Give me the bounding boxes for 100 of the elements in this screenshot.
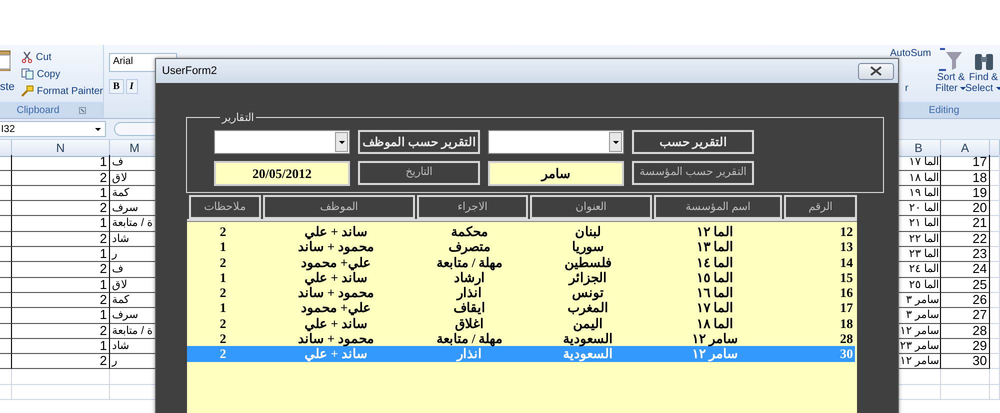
list-cell-text: محكمة <box>450 224 489 240</box>
table-cell: 21 <box>941 216 990 232</box>
column-header: الموظف <box>263 195 415 219</box>
list-cell-text: الما ١٦ <box>695 285 735 302</box>
table-cell: 1 <box>12 186 110 202</box>
table-cell: 1 <box>12 155 110 171</box>
list-cell-text: 18 <box>839 316 854 332</box>
table-cell: 2 <box>12 262 110 278</box>
list-cell-text: 2 <box>218 285 228 302</box>
list-cell-text: محمود + ساند <box>297 331 375 348</box>
report-label: التاريخ <box>358 161 480 185</box>
list-cell-text: الما ١٣ <box>695 239 735 256</box>
table-cell: 2 <box>12 354 110 370</box>
input-field[interactable]: 20/05/2012 <box>214 161 350 186</box>
list-cell-text: المغرب <box>566 300 610 316</box>
table-cell: 2 <box>12 201 110 216</box>
list-cell-text: مهلة / متابعة <box>435 331 504 348</box>
list-cell-text: 15 <box>839 270 854 286</box>
column-header[interactable]: A <box>941 140 990 157</box>
column-header: العنوان <box>530 195 652 219</box>
table-cell: 2 <box>12 292 110 308</box>
table-cell: 1 <box>12 338 110 354</box>
table-cell: 29 <box>941 338 990 354</box>
table-cell: 27 <box>941 308 990 324</box>
list-cell-text: السعودية <box>562 331 614 348</box>
list-cell-text: محمود + ساند <box>297 239 375 256</box>
list-cell-text: الما ١٢ <box>695 224 735 240</box>
list-cell-text: 2 <box>218 316 228 332</box>
list-cell-text: 2 <box>218 224 228 240</box>
list-cell-text: لبنان <box>574 224 602 240</box>
column-header: الرقم <box>784 195 857 219</box>
report-label: التقرير حسب <box>632 130 754 154</box>
list-cell-text: علي+ محمود <box>300 254 372 271</box>
list-cell-text: سامر ١٢ <box>690 331 740 348</box>
group-label: Editing <box>928 104 960 116</box>
list-cell-text: الما ١٧ <box>695 300 735 316</box>
list-cell-text: اغلاق <box>454 316 485 332</box>
list-cell-text: متصرف <box>448 239 492 256</box>
list-cell-text: سوريا <box>571 239 605 256</box>
ribbon-button[interactable]: Format Painter <box>36 86 103 96</box>
list-cell-text: ساند + علي <box>304 270 368 286</box>
italic-button[interactable]: I <box>126 79 138 94</box>
list-cell-text: مهلة / متابعة <box>435 254 504 271</box>
report-label: التقرير حسب الموظف <box>358 130 480 154</box>
ribbon-button[interactable]: r <box>905 83 908 94</box>
table-cell: 1 <box>12 278 110 293</box>
column-header[interactable]: B <box>897 140 941 157</box>
list-cell-text: 30 <box>839 346 854 362</box>
list-cell-text: انذار <box>456 285 482 302</box>
list-cell-text: ارشاد <box>453 270 485 286</box>
name-box[interactable]: I32 <box>0 121 106 137</box>
column-header[interactable]: N <box>12 140 110 157</box>
report-label: التقرير حسب المؤسسة <box>632 161 754 185</box>
input-field[interactable]: سامر <box>488 161 624 186</box>
table-cell: 2 <box>12 232 110 248</box>
table-cell: 28 <box>941 324 990 339</box>
list-cell-text: ايقاف <box>452 300 486 316</box>
table-cell: 26 <box>941 292 990 308</box>
list-cell-text: 1 <box>218 239 228 256</box>
list-cell-text: ساند + علي <box>304 316 368 332</box>
list-cell-text: الما ١٤ <box>695 254 735 271</box>
table-cell: 23 <box>941 247 990 262</box>
list-cell-text: 16 <box>839 285 854 302</box>
list-cell-text: الجزائر <box>568 270 607 286</box>
group-label: Clipboard <box>16 104 60 116</box>
autosum-button[interactable]: AutoSum <box>888 48 932 59</box>
list-cell-text: انذار <box>455 346 482 362</box>
list-cell-text: 2 <box>218 254 228 271</box>
table-cell: 19 <box>941 186 990 202</box>
table-cell: 17 <box>941 155 990 171</box>
list-cell-text: 14 <box>839 254 854 271</box>
list-cell-text: علي+ محمود <box>300 300 371 316</box>
find-select-button[interactable]: Find & Select <box>967 45 1000 102</box>
list-cell-text: 2 <box>218 331 228 348</box>
list-cell-text: محمود + ساند <box>297 285 375 302</box>
table-cell: 2 <box>12 324 110 339</box>
list-cell-text: تونس <box>572 285 604 302</box>
bold-button[interactable]: B <box>109 79 124 94</box>
table-cell: 20 <box>941 201 990 216</box>
list-cell-text: 1 <box>218 300 228 316</box>
list-cell-text: سامر ١٢ <box>690 346 740 362</box>
table-cell: 22 <box>941 232 990 248</box>
list-cell-text: 1 <box>218 270 228 286</box>
table-cell: 30 <box>941 354 990 370</box>
column-header: اسم المؤسسة <box>654 195 782 219</box>
list-cell-text: الما ١٥ <box>695 270 735 286</box>
list-cell-text: فلسطين <box>564 254 612 271</box>
list-cell-text: 13 <box>839 239 854 256</box>
list-cell-text: 12 <box>839 224 854 240</box>
ribbon-button[interactable]: Cut <box>36 52 52 62</box>
list-cell-text: الما ١٨ <box>695 316 735 332</box>
ribbon-button[interactable]: Copy <box>36 68 60 80</box>
column-header: ملاحظات <box>189 195 261 219</box>
list-cell-text: 2 <box>218 346 228 362</box>
paste-button[interactable]: ste <box>0 81 21 93</box>
list-cell-text: اليمن <box>572 316 604 332</box>
list-cell-text: ساند + علي <box>304 224 368 240</box>
list-cell-text: 28 <box>839 331 854 348</box>
list-cell-text: ساند + علي <box>304 346 368 362</box>
sort-filter-button[interactable]: Sort & Filter <box>934 45 967 102</box>
